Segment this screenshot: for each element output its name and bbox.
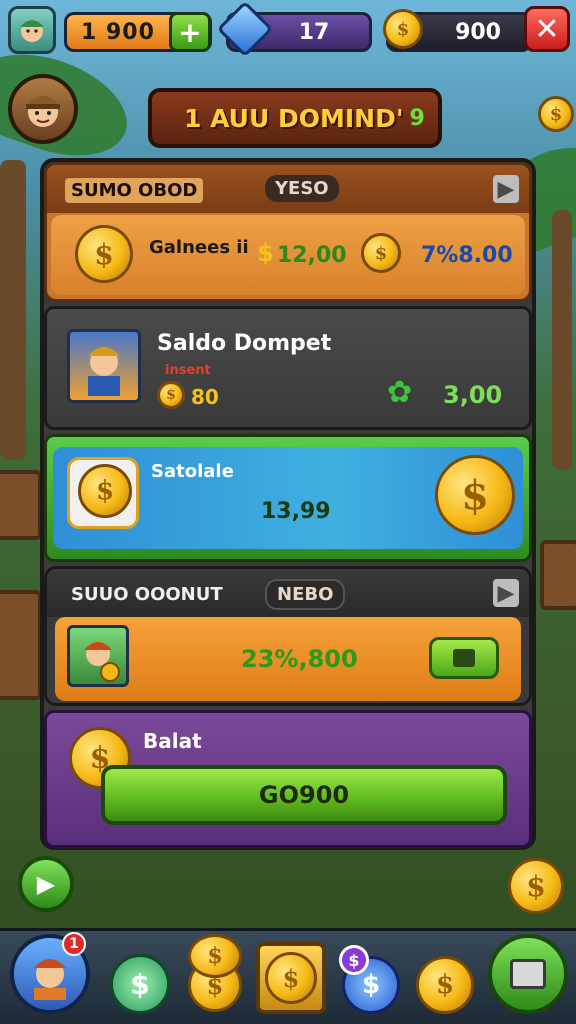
nav-coin-stack[interactable]: $ $ xyxy=(188,934,244,1014)
expand-arrow-icon[interactable]: ▶ xyxy=(493,579,519,607)
savings-value: 13,99 xyxy=(261,499,331,524)
nav-home[interactable] xyxy=(488,934,568,1014)
miner-portrait xyxy=(67,329,141,403)
section-header: SUMO OBOD YESO ▶ xyxy=(47,165,529,213)
section-header: SUUO OOONUT NEBO ▶ xyxy=(47,569,529,617)
floating-coin-icon: $ xyxy=(538,96,574,132)
coin-icon: $ xyxy=(75,225,133,283)
coin-bag-icon: $ xyxy=(67,457,139,529)
key-icon: $ xyxy=(257,239,274,267)
balance-action-section: $ Balat GO900 xyxy=(44,710,532,848)
page-title: 1 AUU DOMIND' 9 xyxy=(148,88,442,148)
coin-icon: $ xyxy=(435,970,455,1000)
balance-value-b: 7%8.00 xyxy=(421,243,513,268)
plus-icon: + xyxy=(178,15,202,49)
nav-coins[interactable]: $ xyxy=(416,956,474,1014)
home-icon xyxy=(510,959,546,989)
wallet-value: 3,00 xyxy=(443,381,503,409)
dollar-icon: $ xyxy=(130,967,150,1001)
big-coin-icon: $ xyxy=(435,455,515,535)
close-button[interactable]: ✕ xyxy=(524,6,570,52)
play-icon: ▶ xyxy=(36,870,56,898)
balance-row-label: Galnees ii xyxy=(149,237,249,258)
expand-arrow-icon[interactable]: ▶ xyxy=(493,175,519,203)
section-chip[interactable]: YESO xyxy=(265,175,339,202)
wallet-icon xyxy=(453,649,475,667)
coins-value: 900 xyxy=(455,19,501,45)
savings-label: Satolale xyxy=(151,461,234,482)
close-icon: ✕ xyxy=(534,11,560,47)
nav-gold-chest[interactable]: $ xyxy=(256,942,326,1014)
go-button-label: GO900 xyxy=(258,781,350,809)
crate-left xyxy=(0,470,42,540)
wallet-panel: SUMO OBOD YESO ▶ $ Galnees ii $ 12,00 $ … xyxy=(40,158,536,850)
gem-icon xyxy=(216,0,274,58)
crate-left-lower xyxy=(0,590,42,700)
coin-stack-icon: $ xyxy=(383,9,423,49)
palm-trunk-right xyxy=(552,210,572,470)
wallet-title: Saldo Dompet xyxy=(157,331,332,356)
nav-profile[interactable]: 1 xyxy=(10,932,90,1014)
go-button[interactable]: GO900 xyxy=(101,765,507,825)
money-counter: 1 900 + xyxy=(64,12,212,52)
balance-label: Balat xyxy=(143,729,202,753)
savings-section[interactable]: $ Satolale 13,99 $ xyxy=(44,434,532,562)
gold-coin-icon: $ xyxy=(265,952,317,1004)
balance-section: SUMO OBOD YESO ▶ $ Galnees ii $ 12,00 $ … xyxy=(44,162,532,302)
floating-coin-icon: $ xyxy=(508,858,564,914)
clover-icon: ✿ xyxy=(387,375,413,410)
coin-stack-icon-top: $ xyxy=(188,934,242,978)
savings-inner: $ Satolale 13,99 $ xyxy=(53,447,523,549)
player-profile-portrait[interactable] xyxy=(8,74,78,144)
account-row[interactable]: 23%,800 xyxy=(55,617,521,701)
leaf-icon: 9 xyxy=(409,105,425,131)
worker-icon xyxy=(84,642,120,682)
section-header-label: SUMO OBOD xyxy=(65,178,204,203)
wallet-balance-section[interactable]: Saldo Dompet insent $ 80 ✿ 3,00 xyxy=(44,306,532,430)
account-value: 23%,800 xyxy=(241,645,358,673)
player-portrait-icon xyxy=(26,96,60,127)
player-avatar-small[interactable] xyxy=(8,6,56,54)
top-hud: 1 900 + 17 $ 900 ✕ xyxy=(6,0,570,58)
balance-row[interactable]: $ Galnees ii $ 12,00 $ 7%8.00 xyxy=(51,215,525,295)
gems-counter: 17 xyxy=(216,0,372,58)
play-button[interactable]: ▶ xyxy=(18,856,74,912)
nav-exchange[interactable]: $ xyxy=(110,954,170,1014)
coin-icon-small: $ xyxy=(361,233,401,273)
wallet-coin-icon: $ xyxy=(157,381,185,409)
add-money-button[interactable]: + xyxy=(169,12,211,52)
section-header-label: SUUO OOONUT xyxy=(71,584,223,605)
dollar-icon: $ xyxy=(361,970,381,1000)
confirm-small-button[interactable] xyxy=(429,637,499,679)
balance-value-a: 12,00 xyxy=(277,243,347,268)
section-chip[interactable]: NEBO xyxy=(265,579,346,610)
money-value: 1 900 xyxy=(81,19,155,45)
crate-right xyxy=(540,540,576,610)
nav-shop[interactable]: $ $ xyxy=(339,945,400,1014)
account-section: SUUO OOONUT NEBO ▶ 23%,800 xyxy=(44,566,532,706)
page-title-text: 1 AUU DOMIND' xyxy=(184,103,404,133)
coins-counter: $ 900 xyxy=(383,9,532,52)
wallet-coin-value: 80 xyxy=(191,385,219,409)
player-face-icon xyxy=(20,20,44,42)
shop-badge-icon: $ xyxy=(339,945,369,975)
miner-icon xyxy=(88,347,120,396)
gems-value: 17 xyxy=(298,19,330,45)
notification-badge: 1 xyxy=(62,932,86,956)
wallet-subtitle: insent xyxy=(165,363,211,378)
worker-portrait xyxy=(67,625,129,687)
palm-trunk-left xyxy=(0,160,26,460)
